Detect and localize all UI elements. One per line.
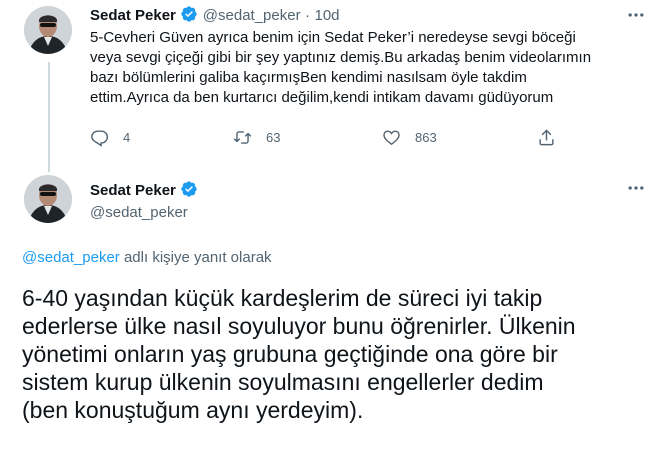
tweet-text-line: bazı bölümlerini galiba kaçırmışBen kend… (90, 69, 527, 86)
retweet-button[interactable]: 63 (233, 128, 280, 147)
tweet-text-line: ettim.Ayrıca da ben kurtarıcı değilim,ke… (90, 89, 554, 106)
like-count: 863 (415, 130, 437, 145)
author-name[interactable]: Sedat Peker (90, 7, 176, 24)
reply-to-label: adlı kişiye yanıt olarak (119, 249, 272, 266)
reply-button[interactable]: 4 (90, 128, 130, 147)
author-handle[interactable]: @sedat_peker (203, 7, 301, 24)
tweet-header: Sedat Peker (90, 180, 198, 200)
separator: · (305, 7, 311, 24)
verified-badge-icon (181, 181, 198, 197)
verified-badge-icon (181, 6, 198, 22)
tweet-text-line: 6-40 yaşından küçük kardeşlerim de sürec… (22, 285, 543, 311)
retweet-count: 63 (266, 130, 281, 145)
reply-count: 4 (123, 130, 131, 145)
like-icon (383, 130, 400, 146)
avatar[interactable] (24, 175, 72, 223)
tweet-text-line: sistem kurup ülkenin soyulmasını engelle… (22, 369, 544, 395)
tweet-text-line: veya sevgi çiçeği gibi bir şey yaptınız … (90, 49, 592, 66)
reply-to-link[interactable]: @sedat_peker (22, 249, 120, 266)
tweet-header: Sedat Peker @sedat_peker · 10d (90, 5, 340, 25)
like-button[interactable]: 863 (382, 128, 437, 147)
share-button[interactable] (537, 128, 556, 147)
tweet-text-line: yönetimi onların yaş grubuna geçtiğinde … (22, 341, 558, 367)
tweet-text-line: 5-Cevheri Güven ayrıca benim için Sedat … (90, 29, 576, 46)
tweet-text-line: (ben konuştuğum aynı yerdeyim). (22, 397, 364, 423)
tweet-text: 5-Cevheri Güven ayrıca benim için Sedat … (90, 28, 650, 108)
avatar[interactable] (24, 6, 72, 54)
reply-icon (91, 130, 109, 147)
tweet-text: 6-40 yaşından küçük kardeşlerim de sürec… (22, 284, 652, 424)
author-name[interactable]: Sedat Peker (90, 182, 176, 199)
tweet-text-line: ederlerse ülke nasıl soyuluyor bunu öğre… (22, 313, 576, 339)
tweet-time[interactable]: 10d (315, 7, 340, 24)
retweet-icon (233, 131, 252, 144)
thread-line (48, 62, 50, 172)
more-icon[interactable] (626, 5, 646, 25)
author-handle[interactable]: @sedat_peker (90, 204, 188, 221)
more-icon[interactable] (626, 178, 646, 198)
share-icon (539, 129, 554, 146)
reply-context: @sedat_peker adlı kişiye yanıt olarak (22, 249, 272, 266)
